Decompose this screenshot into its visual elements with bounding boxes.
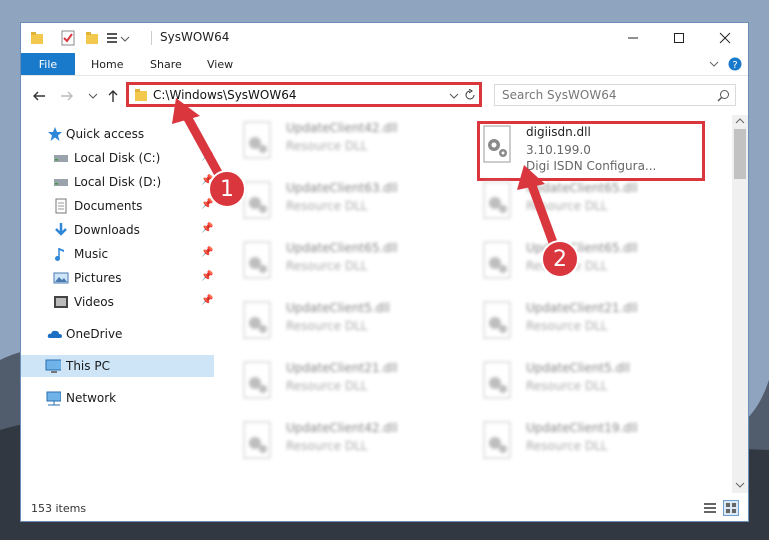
annotation-layer	[172, 98, 560, 253]
step-1-badge: 1	[208, 170, 246, 208]
step-2-badge: 2	[541, 240, 579, 278]
arrow-2	[517, 165, 560, 253]
arrow-1	[172, 98, 227, 185]
